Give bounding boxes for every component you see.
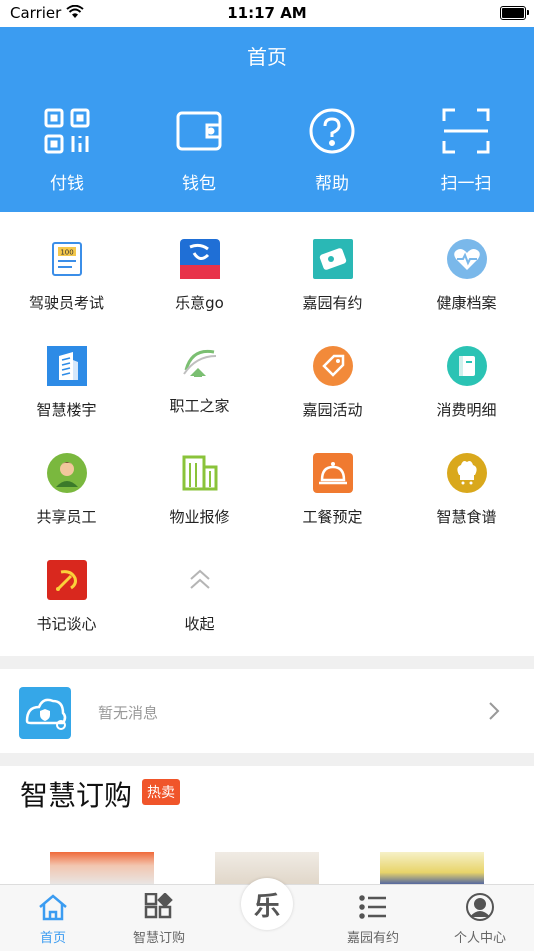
battery-icon <box>500 6 529 20</box>
person-icon <box>46 453 87 493</box>
service-smart-recipes[interactable]: 智慧食谱 <box>400 453 533 527</box>
service-shared-staff[interactable]: 共享员工 <box>0 453 133 527</box>
service-health-records[interactable]: 健康档案 <box>400 239 533 313</box>
service-label: 消费明细 <box>436 401 497 419</box>
pay-label: 付钱 <box>50 174 84 194</box>
service-label: 嘉园活动 <box>302 401 363 419</box>
collapse-button[interactable]: 收起 <box>133 560 266 634</box>
service-label: 智慧食谱 <box>436 508 497 526</box>
wallet-label: 钱包 <box>182 174 216 194</box>
home-icon <box>180 342 220 382</box>
center-logo: 乐 <box>253 891 280 922</box>
service-label: 健康档案 <box>436 294 497 312</box>
section-title: 智慧订购 <box>20 779 133 812</box>
qr-code-icon <box>44 108 90 154</box>
hot-sale-badge: 热卖 <box>142 779 180 805</box>
help-icon <box>309 108 355 154</box>
leyigo-icon <box>179 239 220 279</box>
service-label: 共享员工 <box>36 508 97 526</box>
tab-label: 嘉园有约 <box>346 931 399 946</box>
building-icon <box>46 346 87 386</box>
product-thumbnail[interactable] <box>380 852 484 886</box>
service-label: 工餐预定 <box>302 508 363 526</box>
message-bar[interactable]: 暂无消息 <box>0 669 534 753</box>
service-label: 乐意go <box>175 294 224 312</box>
ticket-icon <box>312 239 353 279</box>
help-button[interactable]: 帮助 <box>282 107 382 194</box>
chef-icon <box>446 453 487 493</box>
heart-icon <box>446 239 487 279</box>
tab-jiayuan-appointment[interactable]: 嘉园有约 <box>320 893 426 946</box>
collapse-icon <box>180 560 220 600</box>
dish-icon <box>312 453 353 493</box>
tab-home[interactable]: 首页 <box>0 893 106 946</box>
tab-label: 首页 <box>39 931 66 946</box>
help-label: 帮助 <box>315 174 349 194</box>
service-property-repair[interactable]: 物业报修 <box>133 453 266 527</box>
service-label: 物业报修 <box>169 508 230 526</box>
scan-button[interactable]: 扫一扫 <box>416 107 516 194</box>
product-thumbnail[interactable] <box>50 852 154 886</box>
service-label: 驾驶员考试 <box>28 294 104 312</box>
tab-smart-ordering[interactable]: 智慧订购 <box>106 892 212 946</box>
service-staff-home[interactable]: 职工之家 <box>133 342 266 416</box>
page-title: 首页 <box>247 45 287 69</box>
service-secretary-talk[interactable]: 书记谈心 <box>0 560 133 634</box>
services-grid: 100 驾驶员考试 乐意go 嘉园有约 健康档案 智慧楼宇 职工之家 嘉园活动 … <box>0 212 534 656</box>
center-logo-button[interactable]: 乐 <box>241 878 293 930</box>
service-jiayuan-appointment[interactable]: 嘉园有约 <box>266 239 399 313</box>
book-icon <box>446 346 487 386</box>
service-label: 书记谈心 <box>36 615 97 633</box>
service-label: 智慧楼宇 <box>36 401 97 419</box>
tab-label: 智慧订购 <box>132 931 185 946</box>
service-label: 收起 <box>184 615 215 633</box>
exam-icon: 100 <box>47 239 87 279</box>
tag-icon <box>312 346 353 386</box>
pay-button[interactable]: 付钱 <box>17 107 117 194</box>
service-label: 职工之家 <box>169 397 230 415</box>
office-icon <box>180 453 220 493</box>
message-text: 暂无消息 <box>98 704 159 722</box>
party-icon <box>46 560 87 600</box>
home-tab-icon <box>39 894 67 921</box>
status-bar: Carrier 11:17 AM <box>0 0 534 27</box>
smart-ordering-section: 智慧订购 热卖 <box>0 766 534 886</box>
list-tab-icon <box>359 895 386 919</box>
wallet-button[interactable]: 钱包 <box>149 107 249 194</box>
service-jiayuan-activities[interactable]: 嘉园活动 <box>266 346 399 420</box>
service-driver-exam[interactable]: 100 驾驶员考试 <box>0 239 133 313</box>
service-smart-building[interactable]: 智慧楼宇 <box>0 346 133 420</box>
tab-profile[interactable]: 个人中心 <box>427 893 533 946</box>
tab-bar: 首页 智慧订购 乐 嘉园有约 个人中心 <box>0 878 534 951</box>
svg-text:100: 100 <box>60 249 73 257</box>
chevron-right-icon <box>489 702 500 720</box>
profile-tab-icon <box>466 893 494 921</box>
wallet-icon <box>176 111 222 151</box>
tab-label: 个人中心 <box>453 931 506 946</box>
header-panel: 首页 付钱 钱包 帮助 扫一扫 <box>0 27 534 212</box>
scan-icon <box>442 108 490 154</box>
service-leyigo[interactable]: 乐意go <box>133 239 266 313</box>
service-label: 嘉园有约 <box>302 294 363 312</box>
scan-label: 扫一扫 <box>440 174 492 194</box>
status-time: 11:17 AM <box>227 4 307 22</box>
message-icon <box>19 687 71 739</box>
apps-tab-icon <box>144 892 173 919</box>
service-meal-booking[interactable]: 工餐预定 <box>266 453 399 527</box>
service-consumption-details[interactable]: 消费明细 <box>400 346 533 420</box>
